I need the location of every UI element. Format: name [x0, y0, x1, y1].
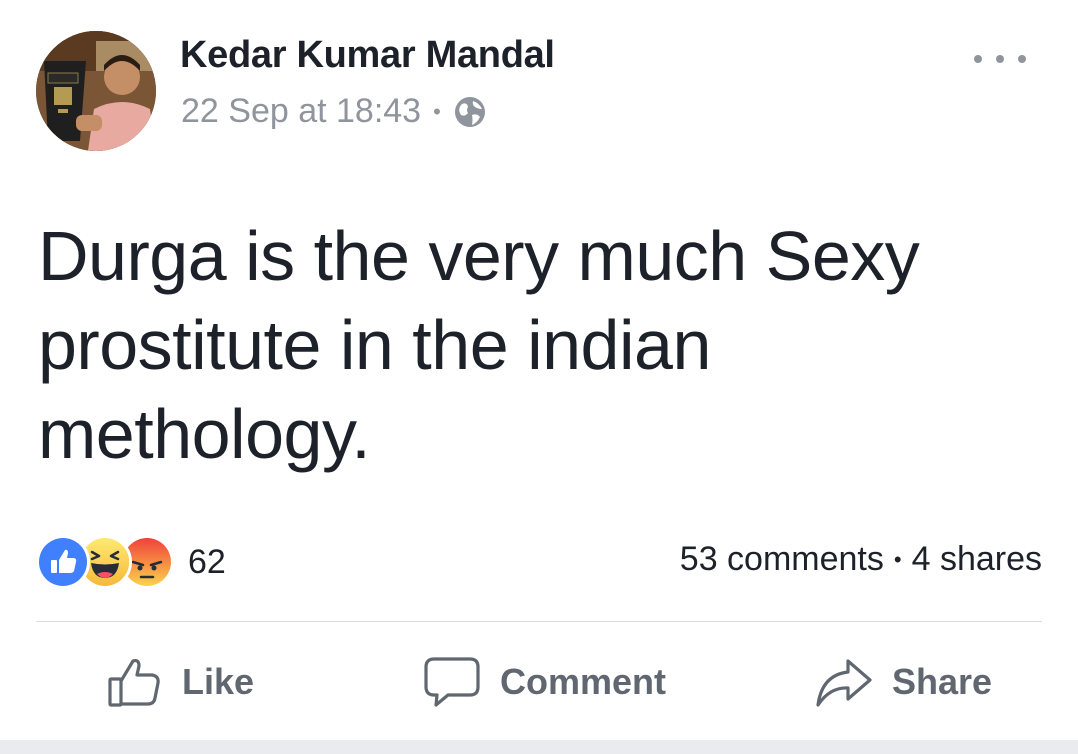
- shares-count[interactable]: 4 shares: [912, 540, 1042, 579]
- post-timestamp[interactable]: 22 Sep at 18:43: [181, 92, 421, 131]
- share-label: Share: [892, 661, 993, 702]
- thumbs-up-icon: [108, 658, 160, 707]
- post-meta: 22 Sep at 18:43 •: [181, 92, 487, 131]
- comment-bubble-icon: [424, 657, 480, 707]
- avatar[interactable]: [36, 31, 156, 151]
- comment-button[interactable]: Comment: [422, 640, 666, 724]
- action-bar: Like Comment Share: [0, 640, 1078, 724]
- share-arrow-icon: [816, 659, 872, 707]
- meta-separator: •: [433, 98, 441, 124]
- divider: [36, 621, 1042, 622]
- engagement-stats: 53 comments • 4 shares: [680, 540, 1042, 579]
- share-button[interactable]: Share: [814, 640, 992, 724]
- post-text: Durga is the very much Sexy prostitute i…: [38, 217, 920, 473]
- more-dot: [1018, 55, 1026, 63]
- reactions-summary[interactable]: 62: [36, 535, 226, 589]
- more-dot: [974, 55, 982, 63]
- like-button[interactable]: Like: [106, 640, 254, 724]
- comments-count[interactable]: 53 comments: [680, 540, 884, 579]
- stats-separator: •: [893, 546, 902, 572]
- more-options-icon[interactable]: [974, 44, 1026, 74]
- reaction-count: 62: [188, 542, 226, 581]
- profile-photo: [36, 31, 156, 151]
- like-label: Like: [182, 661, 255, 702]
- feed-separator: [0, 740, 1078, 754]
- more-dot: [996, 55, 1004, 63]
- like-reaction-icon: [36, 535, 90, 589]
- author-name[interactable]: Kedar Kumar Mandal: [180, 34, 555, 77]
- comment-label: Comment: [500, 661, 667, 702]
- globe-icon[interactable]: [453, 95, 487, 129]
- facebook-post: Kedar Kumar Mandal 22 Sep at 18:43 • Dur…: [0, 0, 1078, 754]
